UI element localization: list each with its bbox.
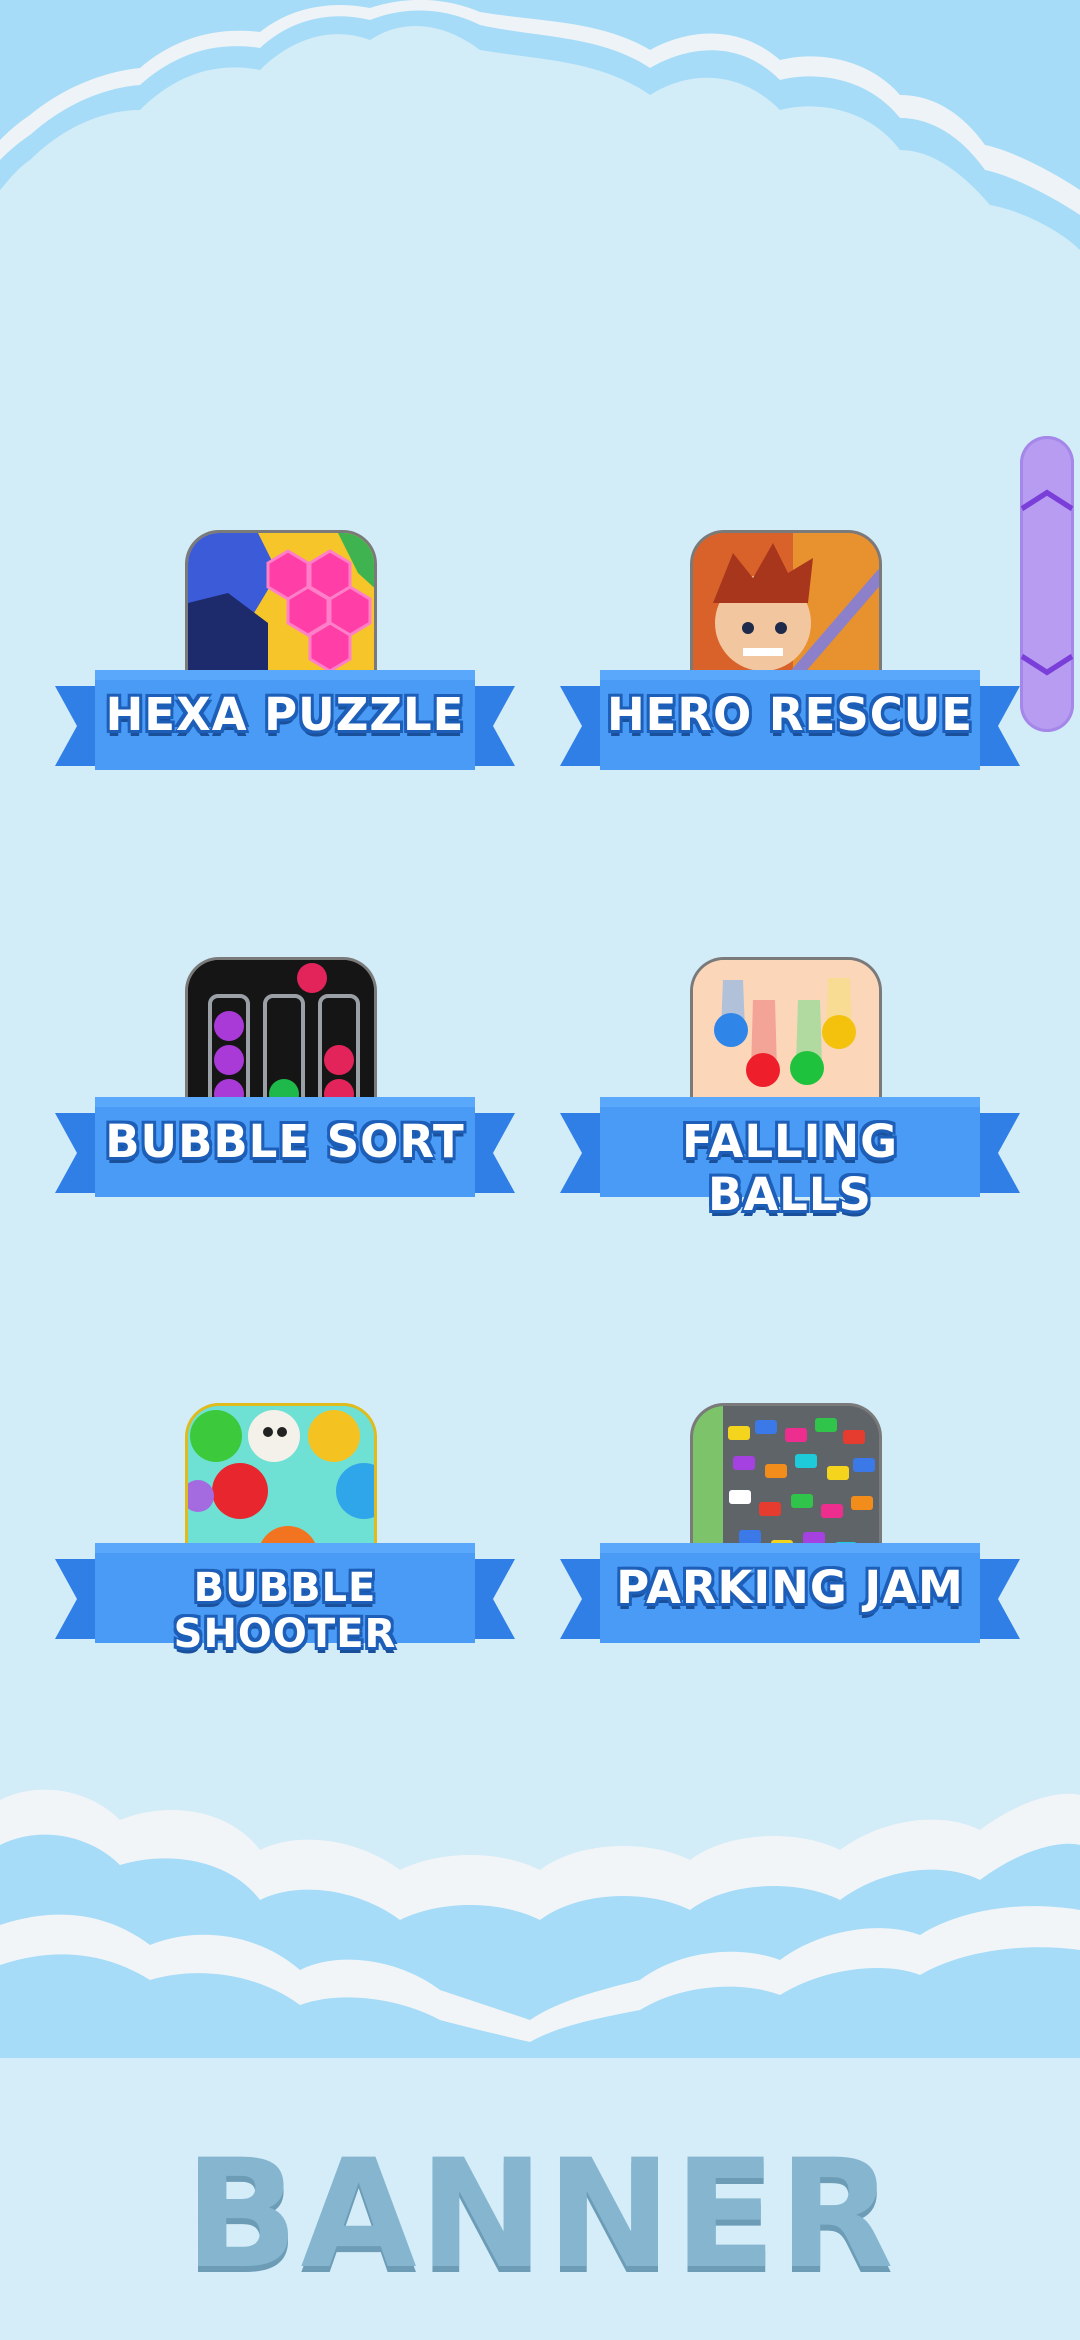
game-tile-hero-rescue[interactable]: HERO RESCUE — [560, 530, 1020, 790]
banner-placeholder-text: BANNER — [184, 2128, 896, 2302]
clouds-top-decoration — [0, 0, 1080, 250]
game-tile-falling-balls[interactable]: FALLING BALLS — [560, 957, 1020, 1221]
clouds-bottom-decoration — [0, 1770, 1080, 2070]
chevron-down-icon[interactable]: ﹀ — [1020, 652, 1074, 712]
scroll-control[interactable]: ︿ ﹀ — [1020, 436, 1074, 732]
game-tile-bubble-sort[interactable]: BUBBLE SORT — [55, 957, 515, 1217]
game-tile-hexa-puzzle[interactable]: HEXA PUZZLE — [55, 530, 515, 790]
game-title: FALLING BALLS — [681, 1115, 899, 1221]
chevron-up-icon[interactable]: ︿ — [1020, 458, 1074, 518]
game-tile-bubble-shooter[interactable]: BUBBLE SHOOTER — [55, 1403, 515, 1663]
game-title: BUBBLE SHOOTER — [173, 1565, 397, 1657]
game-tile-parking-jam[interactable]: PARKING JAM — [560, 1403, 1020, 1663]
game-title: HEXA PUZZLE — [105, 688, 465, 741]
game-title: HERO RESCUE — [606, 688, 974, 741]
game-title: BUBBLE SORT — [105, 1115, 465, 1168]
game-title: PARKING JAM — [616, 1561, 964, 1614]
